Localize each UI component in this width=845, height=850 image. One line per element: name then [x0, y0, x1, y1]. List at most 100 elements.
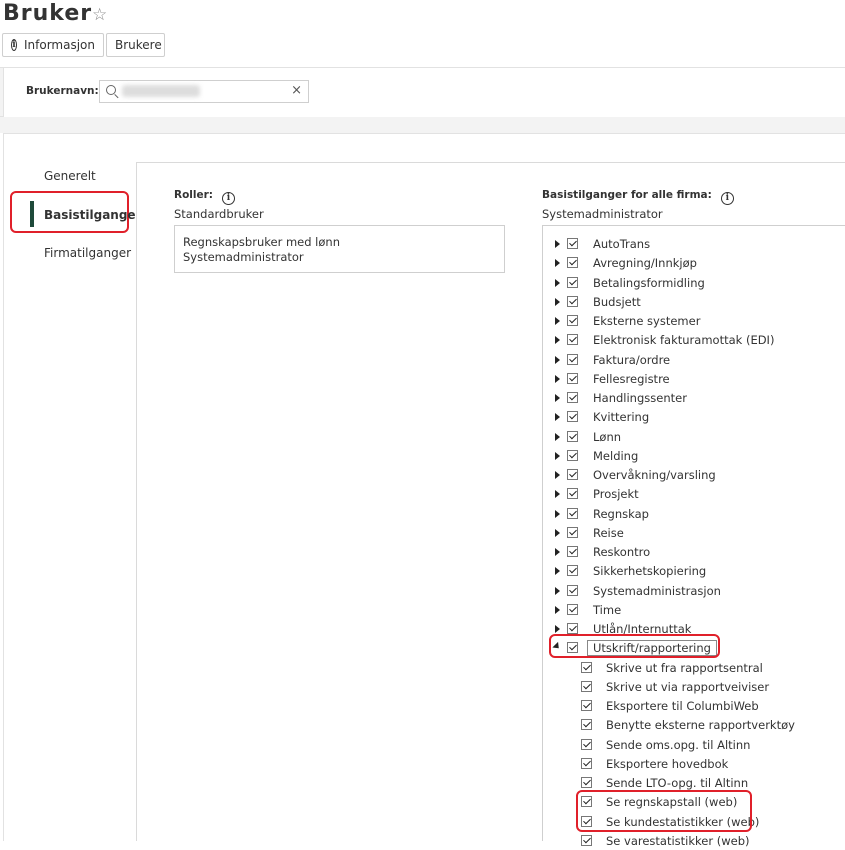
tree-row-label: Systemadministrasjon: [593, 583, 721, 598]
expand-caret-icon[interactable]: [555, 586, 560, 595]
tree-row-label: Lønn: [593, 429, 622, 444]
checkbox[interactable]: [567, 603, 578, 615]
expand-caret-icon[interactable]: [555, 625, 560, 633]
users-button[interactable]: Brukere: [106, 33, 165, 57]
checkbox[interactable]: [567, 295, 578, 307]
tree-row-label: Prosjekt: [593, 487, 639, 502]
tree-child-row: Eksportere til ColumbiWeb: [553, 696, 843, 715]
checkbox[interactable]: [581, 834, 592, 846]
expand-caret-icon[interactable]: [555, 259, 560, 268]
star-outline-icon[interactable]: ☆: [92, 5, 107, 25]
checkbox[interactable]: [567, 238, 578, 249]
expand-caret-icon[interactable]: [555, 317, 560, 325]
expand-caret-icon[interactable]: [555, 471, 560, 479]
checkbox[interactable]: [567, 526, 578, 538]
expand-caret-icon[interactable]: [555, 548, 560, 556]
username-value-blurred: [122, 85, 200, 97]
nav-item-basistilganger[interactable]: Basistilganger: [44, 208, 141, 222]
expand-caret-icon[interactable]: [555, 413, 560, 422]
roles-list: Regnskapsbruker med lønn Systemadministr…: [174, 225, 505, 273]
checkbox[interactable]: [581, 700, 592, 711]
tree-child-row: Sende oms.opg. til Altinn: [553, 735, 843, 754]
expand-caret-icon[interactable]: [555, 278, 560, 287]
page-title: Bruker: [3, 1, 93, 26]
expand-caret-icon[interactable]: [555, 451, 560, 460]
checkbox[interactable]: [567, 623, 578, 634]
search-icon: [106, 85, 116, 95]
tree-row: Reskontro: [553, 542, 843, 561]
expand-caret-icon[interactable]: [555, 432, 560, 441]
checkbox[interactable]: [581, 777, 592, 788]
tree-row: Prosjekt: [553, 484, 843, 503]
nav-item-generelt[interactable]: Generelt: [44, 169, 96, 183]
checkbox[interactable]: [567, 334, 578, 346]
username-label: Brukernavn:: [26, 85, 99, 97]
tree-row-label: Avregning/Innkjøp: [593, 256, 697, 271]
checkbox[interactable]: [567, 469, 578, 480]
tree-child-label: Skrive ut fra rapportsentral: [606, 660, 763, 675]
checkbox[interactable]: [567, 430, 578, 442]
access-info-icon[interactable]: i: [720, 191, 734, 205]
tree-row: Betalingsformidling: [553, 273, 843, 292]
checkbox[interactable]: [567, 276, 578, 288]
access-subtitle: Systemadministrator: [542, 207, 663, 221]
checkbox[interactable]: [567, 353, 578, 365]
information-button-label: Informasjon: [23, 38, 95, 52]
checkbox[interactable]: [581, 680, 592, 692]
information-button[interactable]: i Informasjon: [2, 33, 104, 57]
expand-caret-icon[interactable]: [555, 528, 560, 537]
checkbox[interactable]: [567, 392, 578, 403]
expand-caret-icon[interactable]: [555, 394, 560, 402]
tree-child-label: Skrive ut via rapportveiviser: [606, 679, 770, 694]
tree-row: Sikkerhetskopiering: [553, 561, 843, 580]
expand-caret-icon[interactable]: [555, 605, 560, 614]
checkbox[interactable]: [567, 488, 578, 500]
tree-row-label: Reskontro: [593, 545, 651, 559]
tree-row-label: Handlingssenter: [593, 391, 687, 405]
tree-row-label: Faktura/ordre: [593, 352, 671, 367]
checkbox[interactable]: [567, 315, 578, 326]
checkbox[interactable]: [581, 661, 592, 673]
tree-row: Regnskap: [553, 504, 843, 523]
expand-caret-icon[interactable]: [555, 490, 560, 499]
checkbox[interactable]: [581, 757, 592, 769]
tree-row-label: Time: [593, 602, 622, 617]
username-search-input[interactable]: ×: [99, 80, 309, 103]
tree-row-label: Betalingsformidling: [593, 275, 705, 290]
expand-caret-icon[interactable]: [555, 336, 560, 345]
expand-caret-icon[interactable]: [555, 374, 560, 383]
tree-row-label: Overvåkning/varsling: [593, 468, 716, 482]
checkbox[interactable]: [567, 584, 578, 596]
tree-row: Lønn: [553, 427, 843, 446]
checkbox[interactable]: [581, 738, 592, 750]
tree-row: Handlingssenter: [553, 388, 843, 407]
checkbox[interactable]: [567, 372, 578, 384]
users-button-label: Brukere: [115, 38, 162, 52]
roles-info-icon[interactable]: i: [222, 191, 235, 205]
tree-row-label: AutoTrans: [593, 237, 651, 251]
checkbox[interactable]: [567, 565, 578, 577]
tree-row: Eksterne systemer: [553, 311, 843, 330]
tree-row-label: Sikkerhetskopiering: [593, 564, 707, 579]
tree-row-label: Fellesregistre: [593, 371, 670, 386]
access-heading: Basistilganger for alle firma: i: [542, 189, 734, 205]
checkbox[interactable]: [567, 257, 578, 269]
tree-child-row: Eksportere hovedbok: [553, 754, 843, 773]
expand-caret-icon[interactable]: [555, 240, 560, 248]
clear-icon[interactable]: ×: [291, 83, 302, 98]
nav-item-firmatilganger[interactable]: Firmatilganger: [44, 246, 131, 260]
expand-caret-icon[interactable]: [555, 567, 560, 576]
checkbox[interactable]: [567, 507, 578, 519]
checkbox[interactable]: [581, 719, 592, 731]
expand-caret-icon[interactable]: [555, 297, 560, 306]
checkbox[interactable]: [567, 546, 578, 557]
expand-caret-icon[interactable]: [555, 509, 560, 518]
checkbox[interactable]: [567, 411, 578, 423]
highlight-web-stats: [576, 790, 752, 832]
expand-caret-icon[interactable]: [555, 355, 560, 364]
tree-row-label: Budsjett: [593, 294, 641, 309]
checkbox[interactable]: [567, 449, 578, 461]
tree-child-row: Benytte eksterne rapportverktøy: [553, 715, 843, 734]
page-header: Bruker ☆ i Informasjon Brukere: [0, 0, 845, 67]
tree-child-row: Skrive ut via rapportveiviser: [553, 677, 843, 696]
